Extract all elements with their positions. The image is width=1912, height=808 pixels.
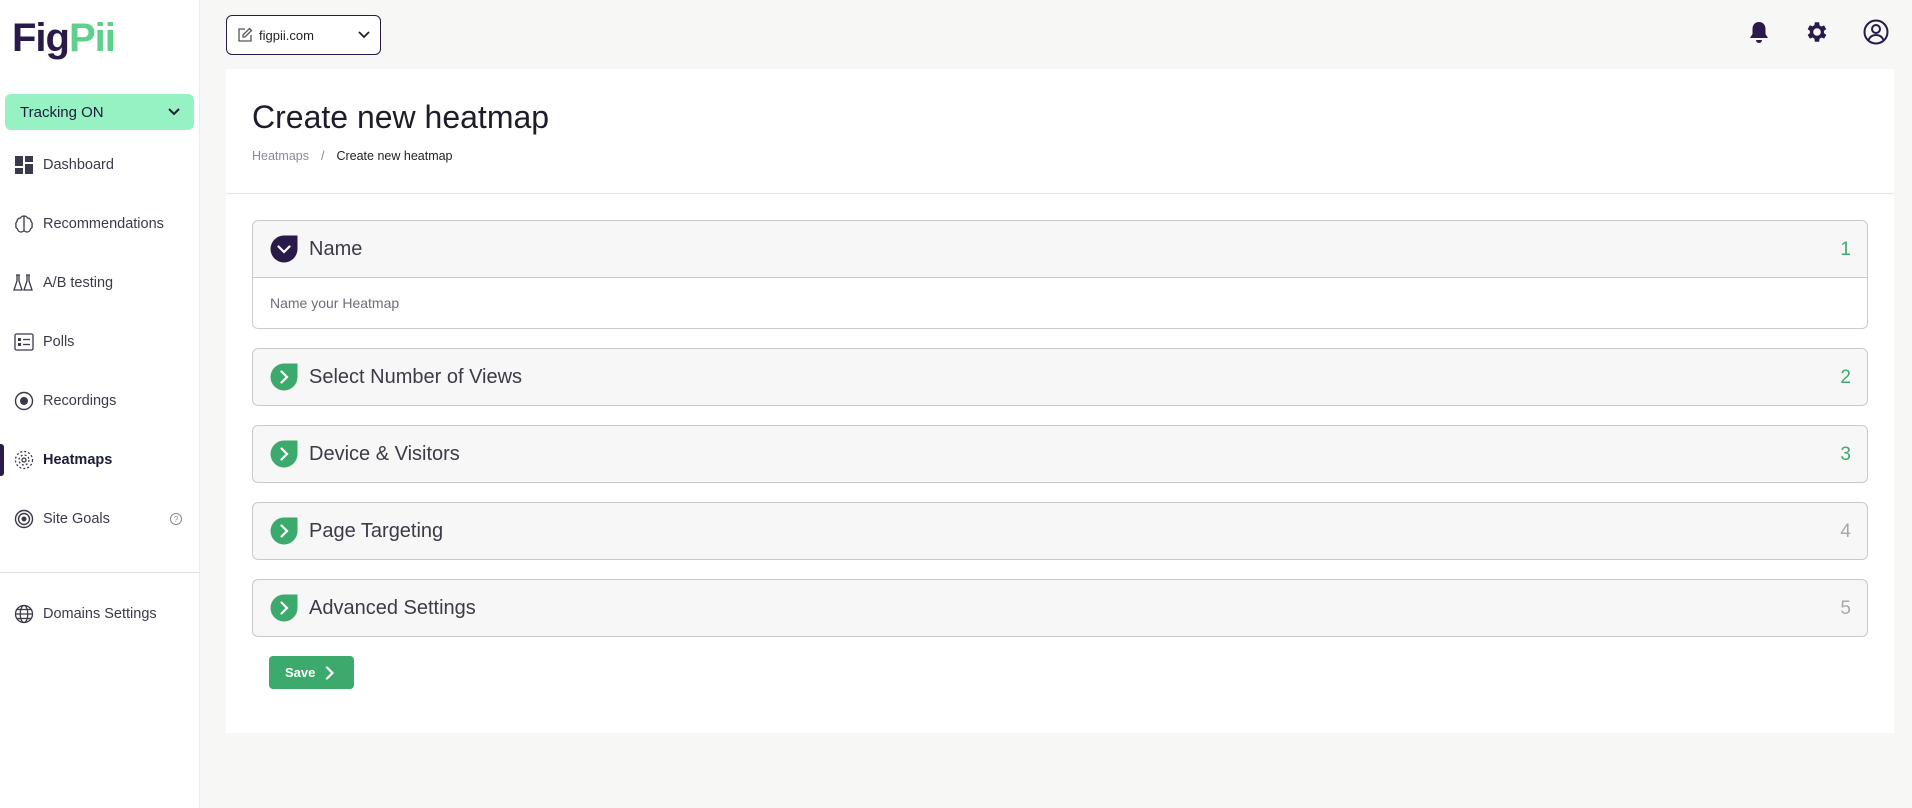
sidebar-divider xyxy=(0,572,200,573)
chevron-right-bubble-icon xyxy=(270,440,298,468)
step-number: 4 xyxy=(1840,521,1851,542)
sidebar-item-label: Recordings xyxy=(43,393,117,409)
chevron-right-bubble-icon xyxy=(270,594,298,622)
step-number: 1 xyxy=(1840,239,1851,260)
step-title: Name xyxy=(309,237,363,260)
step-device-visitors: Device & Visitors 3 xyxy=(252,425,1868,483)
heatmap-icon xyxy=(13,449,35,471)
chevron-right-bubble-icon xyxy=(270,363,298,391)
edit-icon xyxy=(238,27,253,42)
sidebar-item-label: A/B testing xyxy=(43,275,114,291)
step-title: Select Number of Views xyxy=(309,365,523,388)
notifications-bell-icon[interactable] xyxy=(1745,18,1773,46)
flasks-icon xyxy=(13,272,35,294)
sidebar-item-polls[interactable]: Polls xyxy=(0,322,200,362)
tracking-toggle-dropdown[interactable]: Tracking ON xyxy=(5,94,194,130)
sidebar-item-site-goals[interactable]: Site Goals ? xyxy=(0,499,200,539)
step-advanced-settings-header[interactable]: Advanced Settings 5 xyxy=(253,580,1867,636)
step-title: Device & Visitors xyxy=(309,442,460,465)
page-title: Create new heatmap xyxy=(252,99,550,135)
step-number: 2 xyxy=(1840,367,1851,388)
step-name-header[interactable]: Name 1 xyxy=(253,221,1867,277)
sidebar-item-domains-settings[interactable]: Domains Settings xyxy=(0,594,200,634)
globe-icon xyxy=(13,603,35,625)
step-page-targeting-header[interactable]: Page Targeting 4 xyxy=(253,503,1867,559)
sidebar-item-label: Domains Settings xyxy=(43,606,157,622)
figpii-logo[interactable]: FigPii xyxy=(12,16,116,60)
step-title: Advanced Settings xyxy=(309,596,476,619)
chevron-down-icon xyxy=(358,31,370,39)
sidebar-item-ab-testing[interactable]: A/B testing xyxy=(0,263,200,303)
help-icon[interactable]: ? xyxy=(170,513,182,525)
breadcrumb-current: Create new heatmap xyxy=(336,149,453,163)
logo-text-pii: Pii xyxy=(68,16,116,60)
tracking-label: Tracking ON xyxy=(20,103,104,121)
domain-select[interactable]: figpii.com xyxy=(226,15,381,55)
sidebar-item-dashboard[interactable]: Dashboard xyxy=(0,145,200,185)
settings-gear-icon[interactable] xyxy=(1803,18,1831,46)
step-number-of-views-header[interactable]: Select Number of Views 2 xyxy=(253,349,1867,405)
poll-icon xyxy=(13,331,35,353)
step-title: Page Targeting xyxy=(309,519,444,542)
save-button-label: Save xyxy=(285,665,316,680)
sidebar-item-recordings[interactable]: Recordings xyxy=(0,381,200,421)
sidebar-item-label: Recommendations xyxy=(43,216,164,232)
chevron-right-bubble-icon xyxy=(270,517,298,545)
sidebar-item-label: Site Goals xyxy=(43,511,110,527)
step-advanced-settings: Advanced Settings 5 xyxy=(252,579,1868,637)
breadcrumb-link-heatmaps[interactable]: Heatmaps xyxy=(252,149,309,163)
logo-text-fig: Fig xyxy=(12,16,70,60)
sidebar: FigPii Tracking ON Dashboard Recommendat… xyxy=(0,0,200,808)
sidebar-item-label: Polls xyxy=(43,334,75,350)
step-number: 3 xyxy=(1840,444,1851,465)
breadcrumb: Heatmaps / Create new heatmap xyxy=(252,149,453,163)
chevron-down-bubble-icon xyxy=(270,235,298,263)
sidebar-item-label: Dashboard xyxy=(43,157,114,173)
step-name: Name 1 xyxy=(252,220,1868,329)
chevron-down-icon xyxy=(168,108,180,116)
step-number: 5 xyxy=(1840,598,1851,619)
chevron-right-icon xyxy=(326,665,335,680)
step-device-visitors-header[interactable]: Device & Visitors 3 xyxy=(253,426,1867,482)
user-account-icon[interactable] xyxy=(1862,18,1890,46)
brain-icon xyxy=(13,213,35,235)
header-divider xyxy=(226,193,1894,194)
save-button[interactable]: Save xyxy=(269,656,354,689)
domain-select-value: figpii.com xyxy=(259,27,314,43)
main-content: Create new heatmap Heatmaps / Create new… xyxy=(226,69,1894,733)
heatmap-name-field-wrap xyxy=(253,277,1867,328)
step-page-targeting: Page Targeting 4 xyxy=(252,502,1868,560)
breadcrumb-separator: / xyxy=(320,149,325,163)
sidebar-item-label: Heatmaps xyxy=(43,452,113,468)
step-number-of-views: Select Number of Views 2 xyxy=(252,348,1868,406)
heatmap-name-input[interactable] xyxy=(270,295,1867,311)
target-icon xyxy=(13,508,35,530)
sidebar-item-heatmaps[interactable]: Heatmaps xyxy=(0,440,200,480)
dashboard-icon xyxy=(13,154,35,176)
record-icon xyxy=(13,390,35,412)
sidebar-item-recommendations[interactable]: Recommendations xyxy=(0,204,200,244)
